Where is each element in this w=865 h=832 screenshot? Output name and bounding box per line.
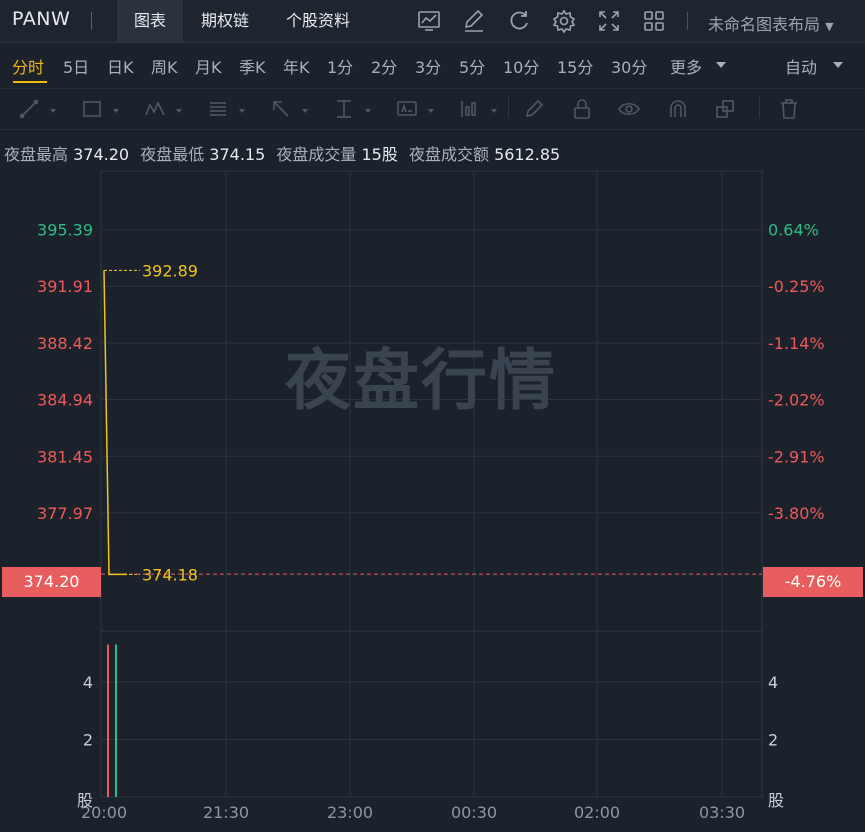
annotation-label: 392.89 [142, 261, 198, 280]
x-tick-label: 21:30 [203, 803, 249, 822]
pct-tick-label: -0.25% [768, 277, 825, 296]
pct-tick-label: -3.80% [768, 504, 825, 523]
x-tick-label: 03:30 [699, 803, 745, 822]
annotation-label: 374.18 [142, 565, 198, 584]
watermark-text: 夜盘行情 [285, 342, 557, 419]
volume-bar [107, 644, 109, 797]
volume-tick-label: 4 [83, 673, 93, 692]
volume-bar [115, 644, 117, 797]
price-line [103, 270, 127, 576]
x-tick-label: 02:00 [574, 803, 620, 822]
volume-unit-label-right: 股 [768, 791, 784, 810]
pct-tick-label: -1.14% [768, 334, 825, 353]
volume-tick-label: 2 [83, 730, 93, 749]
pct-tick-label: -2.02% [768, 391, 825, 410]
price-tick-label: 384.94 [37, 391, 93, 410]
price-tick-label: 388.42 [37, 334, 93, 353]
pct-tick-label: 0.64% [768, 221, 819, 240]
volume-tick-label-right: 2 [768, 730, 778, 749]
price-tick-label: 381.45 [37, 447, 93, 466]
chart-frame [100, 170, 763, 798]
current-change-tag: -4.76% [763, 567, 863, 597]
price-tick-label: 391.91 [37, 277, 93, 296]
current-price-tag: 374.20 [2, 567, 101, 597]
x-tick-label: 00:30 [451, 803, 497, 822]
price-tick-label: 395.39 [37, 221, 93, 240]
x-tick-label: 23:00 [327, 803, 373, 822]
volume-unit-label: 股 [77, 791, 93, 810]
volume-tick-label-right: 4 [768, 673, 778, 692]
pct-tick-label: -2.91% [768, 447, 825, 466]
price-tick-label: 377.97 [37, 504, 93, 523]
